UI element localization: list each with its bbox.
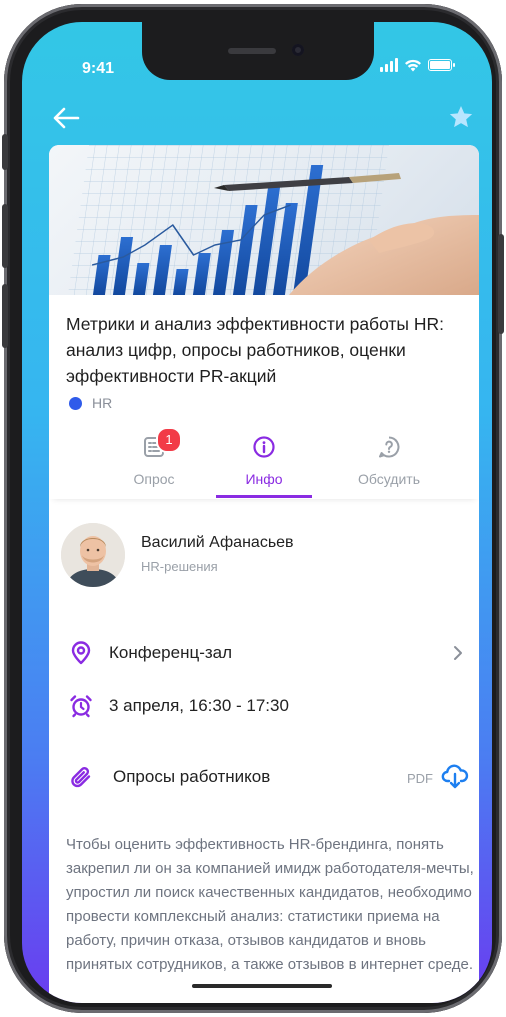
star-icon[interactable] [448, 104, 474, 130]
paperclip-icon [71, 767, 91, 788]
cloud-download-icon[interactable] [441, 762, 469, 790]
event-card: Метрики и анализ эффективности работы HR… [49, 145, 479, 1003]
app-screen: 9:41 Метрики и анализ эффективности рабо… [22, 22, 492, 1003]
earpiece [228, 48, 276, 54]
tab-label: Обсудить [358, 471, 420, 487]
avatar[interactable] [61, 523, 125, 587]
attachment-name: Опросы работников [113, 767, 271, 786]
tab-label: Опрос [133, 471, 175, 487]
location-row[interactable]: Конференц-зал [69, 638, 232, 668]
tab-survey[interactable]: 1 Опрос [94, 427, 214, 499]
datetime-text: 3 апреля, 16:30 - 17:30 [109, 696, 289, 715]
location-pin-icon [71, 641, 91, 665]
chart-illustration [67, 145, 479, 295]
chevron-right-icon[interactable] [451, 645, 465, 661]
phone-frame: 9:41 Метрики и анализ эффективности рабо… [2, 4, 504, 1013]
mute-switch [2, 134, 8, 170]
info-icon [253, 436, 275, 458]
speaker-name[interactable]: Василий Афанасьев [141, 534, 294, 552]
event-tag[interactable]: HR [69, 395, 112, 411]
volume-up-button [2, 204, 8, 268]
alarm-clock-icon [70, 695, 92, 718]
notch [142, 22, 374, 80]
tab-bar: 1 Опрос Инфо Обсудить [49, 427, 479, 499]
location-text: Конференц-зал [109, 643, 233, 662]
notification-badge: 1 [156, 427, 182, 453]
file-format-label: PDF [407, 771, 433, 786]
speaker-role: HR-решения [141, 559, 218, 574]
battery-icon [428, 59, 455, 71]
cellular-signal-icon [380, 58, 398, 72]
status-icons [380, 58, 455, 72]
wifi-icon [405, 59, 421, 72]
event-title: Метрики и анализ эффективности работы HR… [66, 314, 445, 386]
tab-info[interactable]: Инфо [204, 427, 324, 499]
home-indicator [192, 984, 332, 988]
tab-discuss[interactable]: Обсудить [329, 427, 449, 499]
question-icon [379, 436, 400, 458]
active-tab-indicator [216, 495, 312, 498]
tag-label: HR [92, 395, 113, 411]
volume-down-button [2, 284, 8, 348]
attachment-row[interactable]: Опросы работников [69, 762, 270, 792]
tab-label: Инфо [245, 471, 283, 487]
event-banner-image [49, 145, 479, 295]
event-description: Чтобы оценить эффективность HR-брендинга… [66, 836, 474, 973]
datetime-row: 3 апреля, 16:30 - 17:30 [69, 691, 289, 721]
tag-color-dot [69, 396, 82, 410]
front-camera [292, 44, 304, 56]
status-time: 9:41 [82, 60, 115, 77]
power-button [498, 234, 504, 334]
arrow-left-icon[interactable] [52, 106, 80, 130]
